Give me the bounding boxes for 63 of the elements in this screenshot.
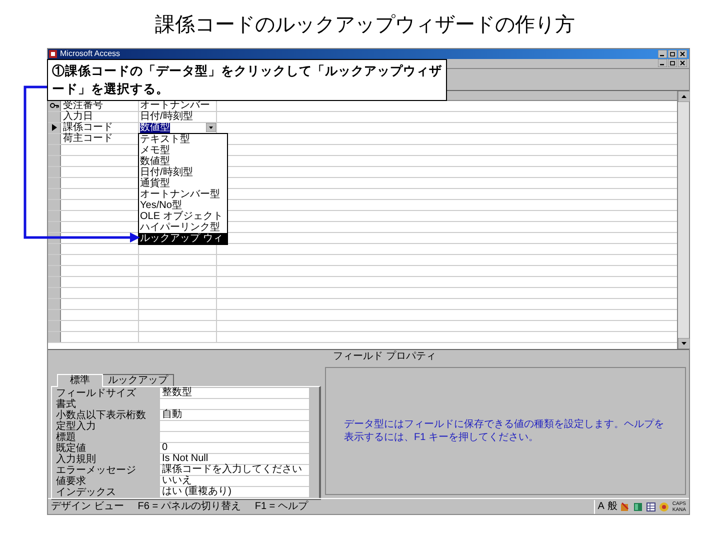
- status-text: F6 = パネルの切り替え: [138, 500, 241, 513]
- property-value-field[interactable]: [160, 432, 309, 444]
- restore-icon[interactable]: [668, 59, 677, 68]
- close-icon[interactable]: [678, 50, 687, 58]
- field-name-cell[interactable]: 入力日: [63, 112, 93, 122]
- field-name-cell[interactable]: 課係コード: [63, 122, 113, 133]
- property-value-field[interactable]: [160, 399, 309, 410]
- dropdown-option[interactable]: ハイパーリンク型: [139, 222, 227, 233]
- dropdown-option[interactable]: テキスト型: [139, 134, 227, 145]
- property-value-field[interactable]: 自動: [160, 410, 309, 422]
- property-label: 小数点以下表示桁数: [56, 410, 146, 421]
- status-text: F1 = ヘルプ: [254, 500, 308, 513]
- property-value-field[interactable]: 0: [160, 443, 309, 454]
- dropdown-arrow-icon[interactable]: [206, 123, 216, 132]
- property-label: フィールドサイズ: [56, 388, 136, 399]
- data-type-cell[interactable]: オートナンバー: [140, 100, 210, 111]
- record-selector[interactable]: [48, 100, 61, 111]
- property-value-field[interactable]: 課係コードを入力してください: [160, 465, 309, 476]
- dropdown-option[interactable]: オートナンバー型: [139, 189, 227, 200]
- grid-icon[interactable]: [646, 502, 656, 512]
- callout-text: ①課係コードの「データ型」をクリックして「ルックアップウィザード」を選択する。: [47, 59, 447, 101]
- dropdown-option[interactable]: 通貨型: [139, 178, 227, 189]
- pane-title: フィールド プロパティ: [333, 350, 436, 363]
- property-value-field[interactable]: 整数型: [160, 388, 309, 400]
- property-label: エラーメッセージ: [56, 466, 136, 476]
- ime-mode-text[interactable]: 般: [607, 500, 618, 513]
- property-label: 定型入力: [56, 422, 96, 432]
- property-label: 入力規則: [56, 454, 96, 465]
- page-title: 課係コードのルックアップウィザードの作り方: [155, 11, 575, 38]
- dropdown-option[interactable]: メモ型: [139, 145, 227, 156]
- minimize-icon[interactable]: [658, 59, 667, 68]
- field-name-cell[interactable]: 荷主コード: [63, 134, 113, 144]
- scroll-down-icon[interactable]: [678, 338, 690, 350]
- property-tab[interactable]: ルックアップ: [103, 374, 174, 386]
- scroll-up-icon[interactable]: [678, 90, 690, 102]
- property-label: インデックス: [56, 488, 116, 498]
- window-title: Microsoft Access: [60, 49, 120, 59]
- vertical-scrollbar[interactable]: [677, 90, 689, 350]
- data-type-field[interactable]: 数値型: [140, 122, 170, 133]
- property-label: 標題: [56, 432, 76, 443]
- property-label: 値要求: [56, 476, 86, 487]
- property-label: 書式: [56, 400, 76, 410]
- dropdown-option[interactable]: ルックアップ ウィ: [139, 233, 227, 244]
- dropdown-option[interactable]: OLE オブジェクト: [139, 211, 227, 222]
- dropdown-option[interactable]: 数値型: [139, 156, 227, 167]
- ime-mode-text[interactable]: A: [598, 500, 604, 513]
- current-row-icon: [52, 124, 56, 132]
- restore-icon[interactable]: [668, 50, 677, 58]
- app-icon: [49, 50, 57, 58]
- dropdown-option[interactable]: Yes/No型: [139, 200, 227, 211]
- close-icon[interactable]: [678, 59, 687, 68]
- property-label: 既定値: [56, 444, 86, 454]
- status-text: デザイン ビュー: [51, 500, 124, 513]
- key-icon: [50, 102, 58, 110]
- minimize-icon[interactable]: [658, 50, 667, 58]
- help-text: データ型にはフィールドに保存できる値の種類を設定します。ヘルプを表示するには、F1 キーを押してください。: [344, 418, 665, 444]
- type-dropdown-list[interactable]: テキスト型 メモ型 数値型 日付/時刻型 通貨型 オートナンバー型 Yes/No型 OLE オブジェクト ハイパーリンク型 ルックアップ ウィ: [138, 133, 228, 245]
- property-tab[interactable]: 標準: [57, 374, 103, 388]
- dropdown-option[interactable]: 日付/時刻型: [139, 167, 227, 178]
- record-selector[interactable]: [48, 122, 61, 133]
- property-value-field[interactable]: [160, 421, 309, 432]
- data-type-cell[interactable]: 日付/時刻型: [140, 112, 193, 122]
- property-value-field[interactable]: はい (重複あり): [160, 487, 309, 498]
